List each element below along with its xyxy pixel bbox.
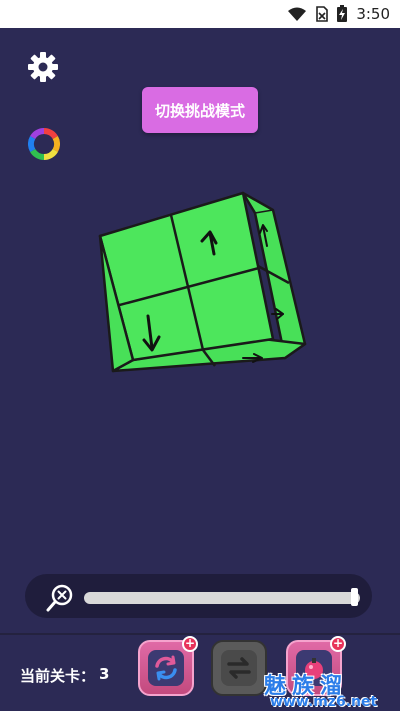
zoom-slider-bar[interactable]	[84, 592, 360, 604]
swap-icon	[227, 657, 251, 679]
watermark-url: www.mz6.net	[270, 694, 378, 710]
current-level: 当前关卡： 3	[20, 665, 109, 686]
footer-divider	[0, 633, 400, 635]
wifi-icon	[288, 7, 307, 21]
refresh-button[interactable]: +	[138, 636, 198, 696]
challenge-button-label: 切换挑战模式	[154, 101, 245, 120]
puzzle-cube[interactable]	[95, 188, 310, 403]
refresh-icon	[155, 655, 177, 681]
zoom-slider-handle[interactable]	[351, 588, 358, 606]
battery-charging-icon	[337, 5, 348, 22]
add-bomb-badge[interactable]: +	[330, 636, 346, 652]
color-wheel-icon[interactable]	[28, 128, 60, 160]
status-bar: 3:50	[0, 0, 400, 28]
add-refresh-badge[interactable]: +	[182, 636, 198, 652]
no-sim-icon	[316, 6, 329, 22]
zoom-reset-icon[interactable]	[45, 583, 75, 613]
clock: 3:50	[356, 5, 390, 23]
level-value: 3	[99, 665, 110, 683]
watermark: 魅族溜 www.mz6.net	[262, 668, 400, 711]
swap-button[interactable]	[211, 640, 267, 696]
gear-icon[interactable]	[27, 51, 59, 83]
switch-challenge-mode-button[interactable]: 切换挑战模式	[142, 87, 258, 133]
level-label: 当前关卡：	[20, 667, 96, 685]
